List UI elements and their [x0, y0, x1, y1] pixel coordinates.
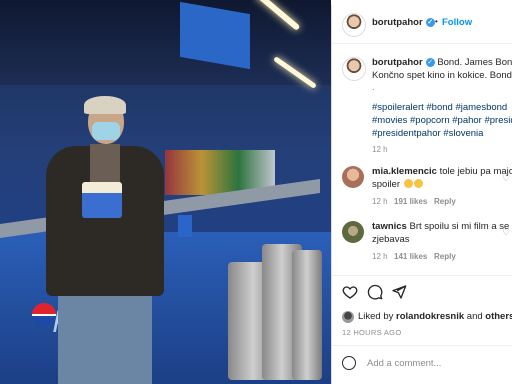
laughing-emoji-icon [403, 179, 413, 188]
follow-button[interactable]: Follow [442, 17, 472, 28]
jeans [58, 294, 152, 384]
commenter-username[interactable]: tawnics [372, 221, 407, 232]
separator-dot: • [435, 17, 438, 26]
comment-1-reply[interactable]: Reply [434, 197, 456, 206]
man-with-popcorn [40, 96, 168, 384]
instagram-post: pepsi borutpahor✓ • Follow borutpahor✓ B… [0, 0, 512, 384]
caption-line-1: borutpahor✓ Bond. James Bond. 🍿 [372, 56, 512, 69]
comment-1-line-1: mia.klemencic tole jebiu pa major [372, 165, 512, 178]
popcorn-box [82, 182, 122, 218]
comment-2-line-1: tawnics Brt spoilu si mi film a se [372, 220, 509, 233]
caption-text: Bond. James Bond. 🍿 [437, 57, 512, 68]
hashtags-line-1[interactable]: #spoileralert #bond #jamesbond [372, 101, 507, 114]
comment-1-likes[interactable]: 191 likes [394, 197, 427, 206]
hashtags-line-2[interactable]: #movies #popcorn #pahor #preside [372, 114, 512, 127]
caption-username[interactable]: borutpahor [372, 57, 423, 68]
caption-line-2: Končno spet kino in kokice. Bond ne [372, 70, 512, 81]
heart-icon[interactable] [342, 284, 358, 300]
commenter-avatar[interactable] [342, 221, 364, 243]
comment-like-heart-icon[interactable]: ♡ [502, 173, 510, 184]
divider [332, 275, 512, 276]
likes-others-link[interactable]: others [485, 311, 512, 322]
verified-badge-icon: ✓ [425, 58, 435, 67]
comment-1-line-2: spoiler [372, 178, 423, 191]
post-timestamp[interactable]: 12 HOURS AGO [342, 328, 401, 337]
divider [332, 345, 512, 346]
comment-1-time: 12 h [372, 197, 388, 206]
caption-time: 12 h [372, 145, 388, 154]
drink-cup [178, 215, 192, 237]
caption-dots: . [372, 82, 375, 93]
liker-username[interactable]: rolandokresnik [396, 311, 464, 322]
comment-2-likes[interactable]: 141 likes [394, 252, 427, 261]
commenter-avatar[interactable] [342, 166, 364, 188]
share-icon[interactable] [391, 284, 407, 300]
post-sidebar: borutpahor ✓ • Follow borutpahor ✓ Bond. J… [331, 5, 512, 384]
comment-text: Brt spoilu si mi film a se [409, 221, 510, 232]
commenter-username[interactable]: mia.klemencic [372, 166, 437, 177]
trash-bin [292, 250, 322, 380]
verified-badge-icon: ✓ [425, 18, 435, 27]
caption-avatar[interactable] [342, 57, 366, 81]
laughing-emoji-icon [413, 179, 423, 188]
hashtags-line-3[interactable]: #presidentpahor #slovenia [372, 127, 483, 140]
likes-summary: Liked by rolandokresnik and others [358, 310, 512, 323]
emoji-picker-icon[interactable] [342, 356, 356, 370]
face-mask [92, 122, 120, 140]
comment-2-time: 12 h [372, 252, 388, 261]
comment-like-heart-icon[interactable]: ♡ [502, 227, 510, 238]
author-username[interactable]: borutpahor ✓ [372, 17, 435, 28]
comment-2-reply[interactable]: Reply [434, 252, 456, 261]
cap [84, 96, 126, 114]
add-comment-input[interactable]: Add a comment... [367, 358, 441, 369]
author-avatar[interactable] [342, 13, 366, 37]
comment-2-line-2: zjebavas [372, 234, 410, 245]
comment-icon[interactable] [367, 284, 383, 300]
liker-avatar[interactable] [342, 311, 354, 323]
post-photo[interactable]: pepsi [0, 0, 331, 384]
divider [332, 43, 512, 44]
